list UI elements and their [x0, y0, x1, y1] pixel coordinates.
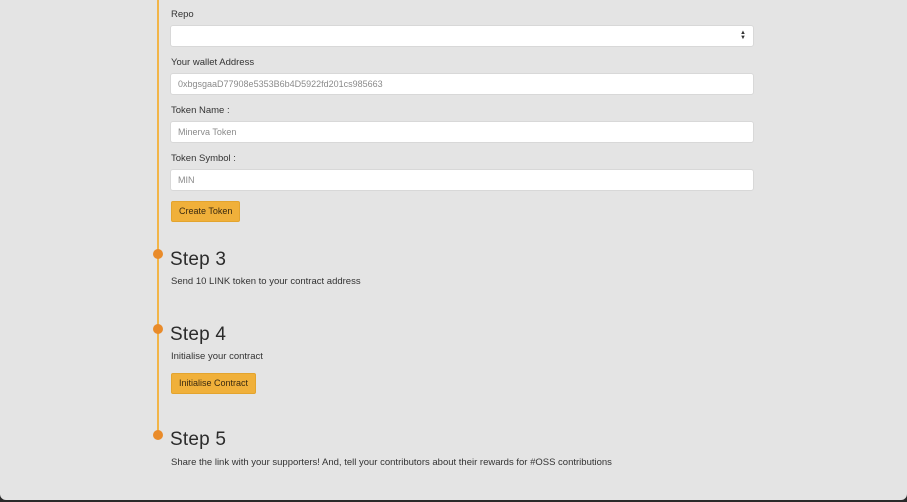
- create-token-button[interactable]: Create Token: [171, 201, 241, 222]
- step-5-title: Step 5: [170, 429, 227, 450]
- token-symbol-label: Token Symbol :: [171, 153, 236, 164]
- step-3-description: Send 10 LINK token to your contract addr…: [171, 276, 361, 287]
- repo-select[interactable]: ▲ ▼: [170, 25, 754, 47]
- step-3-title: Step 3: [170, 249, 227, 270]
- updown-caret-icon: ▲ ▼: [740, 30, 746, 41]
- token-symbol-input[interactable]: MIN: [170, 169, 754, 191]
- step-3-dot: [153, 249, 163, 259]
- page-frame: Repo ▲ ▼ Your wallet Address 0xbgsgaaD779…: [0, 0, 907, 500]
- step-4-title: Step 4: [170, 324, 227, 345]
- initialise-contract-button[interactable]: Initialise Contract: [171, 373, 257, 394]
- step-5-dot: [153, 430, 163, 440]
- step-5-description: Share the link with your supporters! And…: [171, 457, 612, 468]
- step-4-dot: [153, 324, 163, 334]
- token-name-input[interactable]: Minerva Token: [170, 121, 754, 143]
- token-name-label: Token Name :: [171, 105, 230, 116]
- repo-label: Repo: [171, 9, 194, 20]
- wallet-address-input[interactable]: 0xbgsgaaD77908e5353B6b4D5922fd201cs98566…: [170, 73, 754, 95]
- wallet-label: Your wallet Address: [171, 57, 255, 68]
- step-4-description: Initialise your contract: [171, 351, 263, 362]
- timeline-line: [157, 0, 159, 436]
